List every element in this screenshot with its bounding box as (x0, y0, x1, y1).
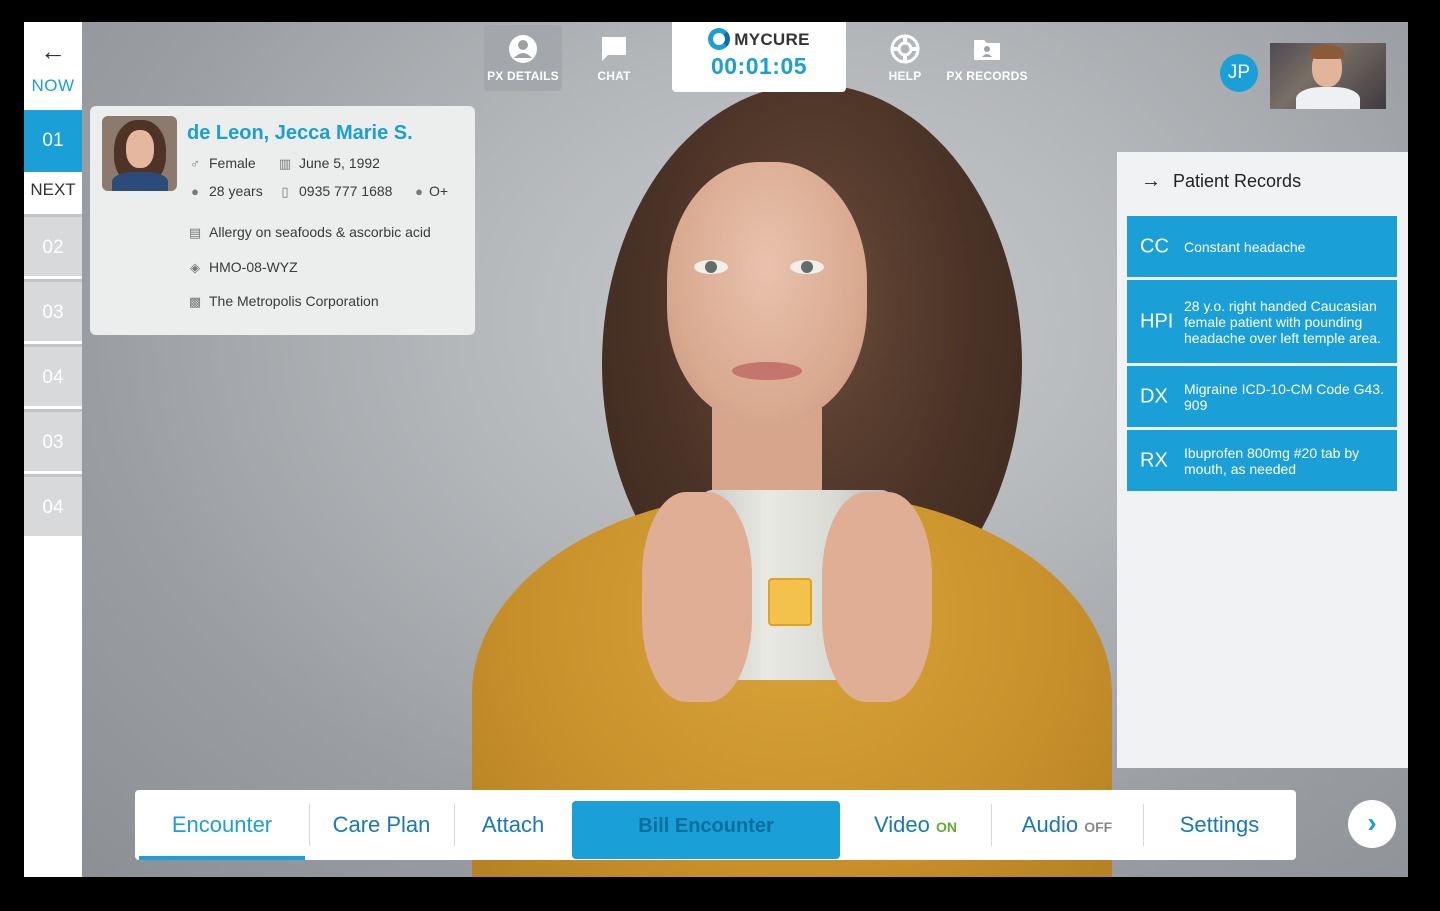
tab-video-toggle[interactable]: Video ON (840, 790, 991, 860)
help-label: HELP (888, 69, 922, 83)
queue-current-item[interactable]: 01 (24, 110, 82, 172)
self-camera-preview (1270, 43, 1386, 109)
tab-settings[interactable]: Settings (1143, 790, 1296, 860)
call-timer: 00:01:05 (710, 53, 808, 79)
document-icon: ▤ (188, 225, 202, 240)
patient-phone: ▯ 0935 777 1688 (277, 183, 392, 200)
queue-item[interactable]: 04 (24, 344, 82, 406)
gender-male-icon: ♂ (190, 156, 200, 171)
px-records-label: PX RECORDS (946, 69, 1028, 83)
brand-logo: MYCURE (672, 28, 846, 50)
folder-user-icon (974, 40, 1000, 60)
next-label: NEXT (30, 180, 76, 199)
patient-photo (102, 116, 177, 191)
record-code: DX (1140, 385, 1168, 407)
queue-item[interactable]: 03 (24, 279, 82, 341)
patient-sex: ♂ Female (187, 155, 256, 171)
briefcase-icon: ▩ (188, 294, 202, 309)
tab-encounter[interactable]: Encounter (135, 790, 309, 860)
patient-birthdate: ▥ June 5, 1992 (278, 155, 380, 171)
record-text: Migraine ICD-10-CM Code G43. 909 (1184, 380, 1384, 413)
chevron-right-icon[interactable]: › (1348, 800, 1396, 848)
patient-allergy: ▤ Allergy on seafoods & ascorbic acid (188, 224, 431, 240)
person-icon: ● (191, 184, 199, 199)
cake-icon: ▥ (278, 156, 292, 171)
records-header[interactable]: → Patient Records (1141, 170, 1301, 193)
record-item-rx[interactable]: RX Ibuprofen 800mg #20 tab by mouth, as … (1127, 430, 1397, 491)
video-state: ON (936, 819, 957, 835)
patient-details-card: de Leon, Jecca Marie S. ♂ Female ▥ June 5,… (90, 106, 475, 335)
help-button[interactable]: HELP (866, 25, 944, 91)
patient-name: de Leon, Jecca Marie S. (187, 122, 413, 144)
encounter-tab-bar: Encounter Care Plan Attach Bill Encounte… (135, 790, 1296, 860)
record-item-cc[interactable]: CC Constant headache (1127, 216, 1397, 277)
tab-attach[interactable]: Attach (454, 790, 572, 860)
user-circle-icon (509, 35, 537, 63)
patient-records-panel: → Patient Records CC Constant headache HP… (1117, 152, 1408, 768)
chat-icon (602, 37, 626, 61)
queue-item[interactable]: 03 (24, 409, 82, 471)
queue-item[interactable]: 04 (24, 474, 82, 536)
record-code: CC (1140, 235, 1169, 257)
patient-age: ● 28 years (187, 183, 263, 199)
px-details-button[interactable]: PX DETAILS (484, 25, 562, 91)
mobile-icon: ▯ (281, 184, 289, 199)
patient-blood-type: ● O+ (413, 183, 448, 199)
px-details-label: PX DETAILS (487, 69, 559, 83)
record-text: 28 y.o. right handed Caucasian female pa… (1184, 297, 1381, 346)
shield-icon: ◈ (190, 260, 200, 275)
record-text: Constant headache (1184, 238, 1306, 255)
px-records-button[interactable]: PX RECORDS (946, 25, 1028, 91)
session-brand-box: MYCURE 00:01:05 (672, 22, 846, 92)
bill-encounter-button[interactable]: Bill Encounter (572, 801, 840, 859)
patient-hmo: ◈ HMO-08-WYZ (187, 259, 298, 276)
chat-label: CHAT (597, 69, 631, 83)
record-code: RX (1140, 449, 1168, 471)
arrow-right-icon: → (1141, 170, 1161, 192)
record-item-dx[interactable]: DX Migraine ICD-10-CM Code G43. 909 (1127, 366, 1397, 427)
tab-audio-toggle[interactable]: Audio OFF (991, 790, 1143, 860)
record-code: HPI (1140, 310, 1174, 332)
queue-item[interactable]: 02 (24, 214, 82, 276)
lifebuoy-icon (890, 34, 920, 64)
droplet-icon: ● (415, 184, 423, 199)
tab-care-plan[interactable]: Care Plan (309, 790, 454, 860)
mycure-logo-icon (708, 28, 731, 50)
chat-button[interactable]: CHAT (575, 25, 653, 91)
now-label: NOW (31, 76, 75, 95)
record-item-hpi[interactable]: HPI 28 y.o. right handed Caucasian femal… (1127, 280, 1397, 363)
audio-state: OFF (1084, 819, 1113, 835)
telemedicine-screen: ← NOW 01 NEXT 02 03 04 03 04 PX DETAILS … (24, 22, 1408, 877)
arrow-left-icon[interactable]: ← (24, 36, 82, 67)
doctor-avatar[interactable]: JP (1220, 54, 1258, 92)
patient-company: ▩ The Metropolis Corporation (188, 293, 379, 309)
record-text: Ibuprofen 800mg #20 tab by mouth, as nee… (1184, 444, 1360, 477)
queue-rail: ← NOW 01 NEXT 02 03 04 03 04 (24, 22, 82, 877)
